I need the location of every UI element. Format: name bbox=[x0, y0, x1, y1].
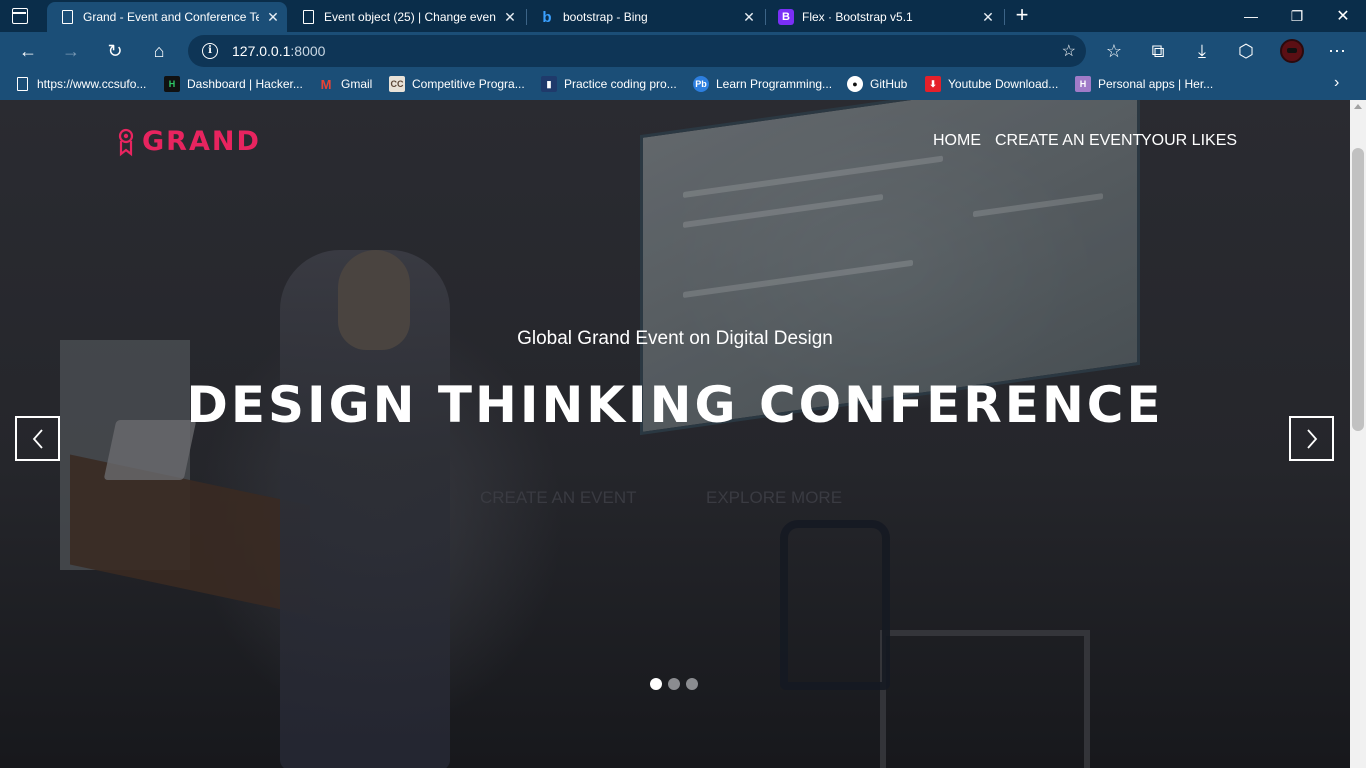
info-icon[interactable]: i bbox=[202, 43, 218, 59]
bookmark-github[interactable]: ● GitHub bbox=[847, 76, 907, 92]
chevron-left-icon bbox=[32, 428, 43, 449]
chevron-right-icon[interactable]: › bbox=[1334, 74, 1339, 92]
bookmark-label: Gmail bbox=[341, 77, 373, 91]
tab-grand[interactable]: Grand - Event and Conference Te ✕ bbox=[47, 2, 287, 32]
carousel-dot[interactable] bbox=[686, 678, 698, 690]
gmail-icon: M bbox=[320, 76, 332, 92]
forward-icon[interactable]: → bbox=[56, 36, 86, 66]
bookmark-label: Practice coding pro... bbox=[564, 77, 677, 91]
award-icon bbox=[118, 128, 134, 156]
bookmark-gmail[interactable]: M Gmail bbox=[318, 76, 373, 92]
create-event-button[interactable]: CREATE AN EVENT bbox=[480, 488, 637, 508]
codeforces-icon: ▮ bbox=[541, 76, 557, 92]
chevron-right-icon bbox=[1306, 428, 1317, 449]
nav-your-likes[interactable]: YOUR LIKES bbox=[1141, 132, 1237, 150]
refresh-icon[interactable]: ↻ bbox=[100, 36, 130, 66]
bookmark-label: Dashboard | Hacker... bbox=[187, 77, 303, 91]
bookmark-codeforces[interactable]: ▮ Practice coding pro... bbox=[541, 76, 677, 92]
bootstrap-icon: B bbox=[778, 9, 794, 25]
favorites-icon[interactable]: ☆ bbox=[1099, 36, 1129, 66]
restore-icon[interactable]: ❐ bbox=[1274, 0, 1320, 32]
tab-actions-icon[interactable] bbox=[12, 8, 28, 24]
scrollbar-thumb[interactable] bbox=[1352, 148, 1364, 431]
url-host: 127.0.0.1 bbox=[232, 43, 291, 59]
download-icon: ⬇ bbox=[925, 76, 941, 92]
scroll-up-icon[interactable] bbox=[1354, 104, 1362, 109]
brand-logo[interactable]: GRAND bbox=[118, 126, 261, 157]
add-favorite-icon[interactable]: ☆ bbox=[1062, 41, 1076, 61]
collections-icon[interactable]: ⧉ bbox=[1143, 36, 1173, 66]
close-icon[interactable]: ✕ bbox=[259, 9, 287, 26]
bookmark-label: Competitive Progra... bbox=[412, 77, 525, 91]
background-chair bbox=[780, 520, 890, 690]
tab-title: bootstrap - Bing bbox=[563, 10, 648, 24]
bookmark-programiz[interactable]: Pb Learn Programming... bbox=[693, 76, 832, 92]
minimize-icon[interactable]: — bbox=[1228, 0, 1274, 32]
tab-title: Grand - Event and Conference Te bbox=[83, 10, 259, 24]
hero-section: GRAND HOME CREATE AN EVENT YOUR LIKES Gl… bbox=[0, 100, 1350, 768]
extensions-icon[interactable]: ⬡ bbox=[1231, 36, 1261, 66]
url-port: :8000 bbox=[290, 43, 326, 59]
tab-bootstrap[interactable]: B Flex · Bootstrap v5.1 ✕ bbox=[766, 2, 1002, 32]
hero-subtitle: Global Grand Event on Digital Design bbox=[517, 328, 833, 349]
close-window-icon[interactable]: ✕ bbox=[1320, 0, 1366, 32]
bookmark-label: https://www.ccsufo... bbox=[37, 77, 147, 91]
page-scrollbar[interactable] bbox=[1350, 100, 1366, 768]
bookmark-label: GitHub bbox=[870, 77, 908, 91]
bookmark-codechef[interactable]: CC Competitive Progra... bbox=[389, 76, 525, 92]
nav-create-event[interactable]: CREATE AN EVENT bbox=[995, 132, 1142, 150]
bookmark-label: Learn Programming... bbox=[716, 77, 833, 91]
hero-headline: DESIGN THINKING CONFERENCE bbox=[186, 376, 1164, 434]
heroku-icon: H bbox=[1075, 76, 1091, 92]
background-desk bbox=[880, 630, 1090, 768]
bookmark-label: Youtube Download... bbox=[948, 77, 1059, 91]
carousel-prev-button[interactable] bbox=[15, 416, 60, 461]
back-icon[interactable]: ← bbox=[13, 36, 43, 66]
page-icon bbox=[300, 9, 316, 25]
brand-name: GRAND bbox=[142, 126, 261, 157]
tab-bing[interactable]: b bootstrap - Bing ✕ bbox=[527, 2, 763, 32]
address-bar[interactable]: i 127.0.0.1:8000 ☆ bbox=[188, 35, 1086, 67]
github-icon: ● bbox=[847, 76, 863, 92]
more-icon[interactable]: ⋯ bbox=[1322, 36, 1352, 66]
bookmark-hackerrank[interactable]: H Dashboard | Hacker... bbox=[164, 76, 303, 92]
carousel-indicators bbox=[650, 678, 698, 690]
bookmark-heroku[interactable]: H Personal apps | Her... bbox=[1075, 76, 1213, 92]
tab-title: Flex · Bootstrap v5.1 bbox=[802, 10, 913, 24]
programiz-icon: Pb bbox=[693, 76, 709, 92]
page-icon bbox=[59, 9, 75, 25]
bookmarks-bar: https://www.ccsufo... H Dashboard | Hack… bbox=[0, 70, 1366, 100]
bookmark-ccsu[interactable]: https://www.ccsufo... bbox=[14, 76, 146, 92]
close-icon[interactable]: ✕ bbox=[496, 9, 524, 26]
codechef-icon: CC bbox=[389, 76, 405, 92]
explore-more-button[interactable]: EXPLORE MORE bbox=[706, 488, 842, 508]
tab-strip: Grand - Event and Conference Te ✕ Event … bbox=[0, 0, 1366, 32]
home-icon[interactable]: ⌂ bbox=[144, 36, 174, 66]
tab-event-object[interactable]: Event object (25) | Change event ✕ bbox=[288, 2, 524, 32]
new-tab-icon[interactable]: + bbox=[1012, 4, 1032, 28]
bing-icon: b bbox=[542, 8, 552, 26]
nav-home[interactable]: HOME bbox=[933, 132, 981, 150]
bookmark-label: Personal apps | Her... bbox=[1098, 77, 1214, 91]
page-icon bbox=[14, 76, 30, 92]
carousel-dot[interactable] bbox=[650, 678, 662, 690]
url-text[interactable]: 127.0.0.1:8000 bbox=[232, 43, 325, 59]
hackerrank-icon: H bbox=[164, 76, 180, 92]
avatar[interactable] bbox=[1280, 39, 1304, 63]
carousel-next-button[interactable] bbox=[1289, 416, 1334, 461]
downloads-icon[interactable]: ⤓ bbox=[1187, 36, 1217, 66]
close-icon[interactable]: ✕ bbox=[735, 9, 763, 26]
bookmark-youtube-download[interactable]: ⬇ Youtube Download... bbox=[925, 76, 1058, 92]
carousel-dot[interactable] bbox=[668, 678, 680, 690]
tab-title: Event object (25) | Change event bbox=[324, 10, 496, 24]
tab-separator bbox=[1004, 9, 1005, 25]
close-icon[interactable]: ✕ bbox=[974, 9, 1002, 26]
